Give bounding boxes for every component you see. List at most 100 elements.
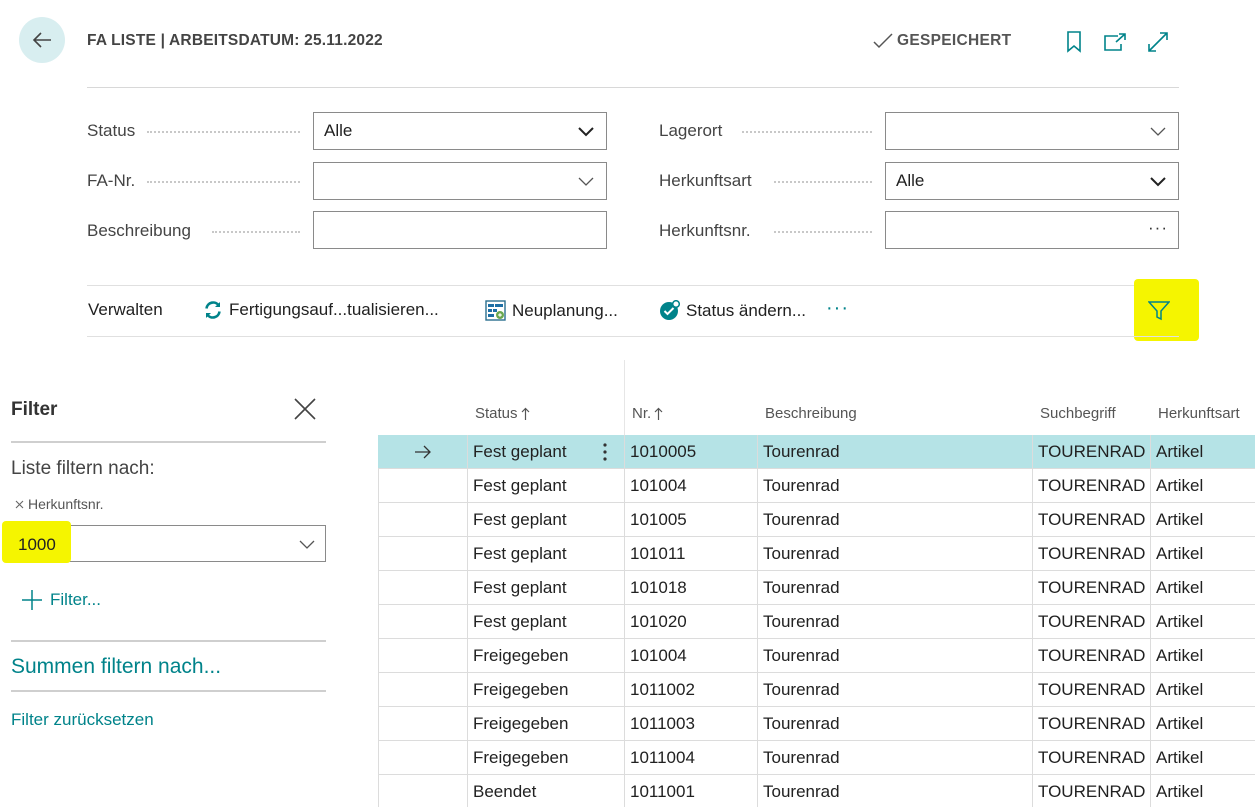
table-row[interactable]: Fest geplant 101011 Tourenrad TOURENRAD Arti…: [378, 537, 1255, 571]
cell-status: Freigegeben: [467, 707, 585, 741]
column-header-nr[interactable]: Nr.: [632, 405, 663, 422]
table-row[interactable]: Fest geplant 101018 Tourenrad TOURENRAD Arti…: [378, 571, 1255, 605]
cell-beschreibung: Tourenrad: [757, 435, 1032, 469]
refresh-production-orders-action[interactable]: Fertigungsauf...tualisieren...: [203, 300, 439, 320]
table-row[interactable]: Freigegeben 1011004 Tourenrad TOURENRAD Arti…: [378, 741, 1255, 775]
cell-herkunftsart: Artikel: [1150, 741, 1255, 775]
herkunftsart-select[interactable]: Alle: [885, 162, 1179, 200]
cell-herkunftsart: Artikel: [1150, 537, 1255, 571]
beschreibung-field[interactable]: [313, 211, 607, 249]
manage-action[interactable]: Verwalten: [88, 300, 163, 320]
column-header-status[interactable]: Status: [475, 405, 530, 422]
sort-ascending-icon: [654, 407, 663, 420]
action-bar-bottom-divider: [87, 336, 1179, 337]
cell-suchbegriff: TOURENRAD: [1032, 571, 1150, 605]
filter-pane-divider: [11, 690, 326, 692]
action-bar-top-divider: [87, 285, 1179, 286]
close-icon: [294, 398, 316, 420]
back-button[interactable]: [19, 17, 65, 63]
cell-herkunftsart: Artikel: [1150, 469, 1255, 503]
open-new-window-button[interactable]: [1102, 29, 1128, 55]
filter-totals-link[interactable]: Summen filtern nach...: [11, 655, 221, 679]
more-actions-button[interactable]: ···: [826, 297, 849, 320]
table-row[interactable]: Fest geplant 101020 Tourenrad TOURENRAD Arti…: [378, 605, 1255, 639]
lagerort-field[interactable]: [885, 112, 1179, 150]
lagerort-label: Lagerort: [659, 121, 723, 140]
cell-nr[interactable]: 1011003: [624, 707, 757, 741]
cell-nr[interactable]: 101011: [624, 537, 757, 571]
table-row[interactable]: Fest geplant 101004 Tourenrad TOURENRAD Arti…: [378, 469, 1255, 503]
cell-nr[interactable]: 1011001: [624, 775, 757, 807]
table-row[interactable]: Freigegeben 1011002 Tourenrad TOURENRAD Arti…: [378, 673, 1255, 707]
table-row[interactable]: Fest geplant 101005 Tourenrad TOURENRAD Arti…: [378, 503, 1255, 537]
fa-nr-field[interactable]: [313, 162, 607, 200]
bookmark-button[interactable]: [1061, 29, 1087, 55]
cell-nr[interactable]: 101020: [624, 605, 757, 639]
table-row[interactable]: Beendet 1011001 Tourenrad TOURENRAD Artikel: [378, 775, 1255, 807]
herkunftsart-label: Herkunftsart: [659, 171, 752, 190]
cell-status: Fest geplant: [467, 605, 585, 639]
column-header-herkunftsart-label: Herkunftsart: [1158, 405, 1240, 422]
cell-beschreibung: Tourenrad: [757, 741, 1032, 775]
cell-herkunftsart: Artikel: [1150, 435, 1255, 469]
cell-status: Fest geplant: [467, 469, 585, 503]
cell-suchbegriff: TOURENRAD: [1032, 605, 1150, 639]
plus-icon: [22, 590, 42, 610]
refresh-label: Fertigungsauf...tualisieren...: [229, 300, 439, 319]
saved-status: GESPEICHERT: [873, 32, 1011, 50]
change-status-action[interactable]: Status ändern...: [659, 300, 806, 321]
cell-suchbegriff: TOURENRAD: [1032, 469, 1150, 503]
cell-suchbegriff: TOURENRAD: [1032, 707, 1150, 741]
label-dots: [774, 181, 872, 183]
close-filter-pane-button[interactable]: [292, 396, 318, 422]
open-new-window-icon: [1104, 33, 1126, 51]
filter-pane-divider: [11, 640, 326, 642]
cell-nr[interactable]: 1011002: [624, 673, 757, 707]
cell-nr[interactable]: 101004: [624, 469, 757, 503]
filter-chip-label: Herkunftsnr.: [28, 496, 104, 512]
filter-list-by-label: Liste filtern nach:: [11, 458, 155, 479]
column-header-suchbegriff[interactable]: Suchbegriff: [1040, 405, 1116, 422]
table-row[interactable]: Fest geplant 1010005 Tourenrad TOURENRAD Art…: [378, 435, 1255, 469]
cell-nr[interactable]: 101005: [624, 503, 757, 537]
cell-beschreibung: Tourenrad: [757, 707, 1032, 741]
expand-button[interactable]: [1145, 29, 1171, 55]
sort-ascending-icon: [521, 407, 529, 420]
herkunftsnr-field[interactable]: ···: [885, 211, 1179, 249]
header-divider: [87, 87, 1179, 88]
column-header-beschreibung[interactable]: Beschreibung: [765, 405, 857, 422]
cell-nr[interactable]: 1010005: [624, 435, 757, 469]
replan-action[interactable]: Neuplanung...: [485, 300, 618, 321]
lookup-ellipsis-button[interactable]: ···: [1148, 218, 1168, 238]
saved-label: GESPEICHERT: [897, 32, 1012, 49]
cell-suchbegriff: TOURENRAD: [1032, 741, 1150, 775]
cell-herkunftsart: Artikel: [1150, 775, 1255, 807]
refresh-icon: [205, 301, 221, 319]
filter-pane-toggle-button[interactable]: [1146, 298, 1172, 324]
add-filter-label: Filter...: [50, 590, 102, 609]
expand-icon: [1148, 32, 1168, 52]
herkunftsnr-filter-value: 1000: [18, 535, 56, 554]
cell-nr[interactable]: 101004: [624, 639, 757, 673]
row-arrow-icon: [414, 435, 432, 469]
add-filter-button[interactable]: Filter...: [22, 590, 101, 610]
table-row[interactable]: Freigegeben 101004 Tourenrad TOURENRAD Artik…: [378, 639, 1255, 673]
cell-suchbegriff: TOURENRAD: [1032, 639, 1150, 673]
beschreibung-label: Beschreibung: [87, 221, 191, 240]
column-header-herkunftsart[interactable]: Herkunftsart: [1158, 405, 1240, 422]
cell-nr[interactable]: 1011004: [624, 741, 757, 775]
cell-herkunftsart: Artikel: [1150, 673, 1255, 707]
cell-status: Fest geplant: [467, 435, 585, 469]
row-actions-button[interactable]: [586, 435, 624, 469]
column-header-nr-label: Nr.: [632, 405, 652, 422]
cell-nr[interactable]: 101018: [624, 571, 757, 605]
table-row[interactable]: Freigegeben 1011003 Tourenrad TOURENRAD Arti…: [378, 707, 1255, 741]
filter-icon: [1148, 301, 1170, 321]
cell-suchbegriff: TOURENRAD: [1032, 673, 1150, 707]
status-select[interactable]: Alle: [313, 112, 607, 150]
reset-filters-link[interactable]: Filter zurücksetzen: [11, 710, 154, 730]
cell-beschreibung: Tourenrad: [757, 605, 1032, 639]
column-header-suchbegriff-label: Suchbegriff: [1040, 405, 1116, 422]
remove-filter-chip[interactable]: Herkunftsnr.: [15, 496, 103, 512]
page-title: FA LISTE | ARBEITSDATUM: 25.11.2022: [87, 32, 383, 49]
